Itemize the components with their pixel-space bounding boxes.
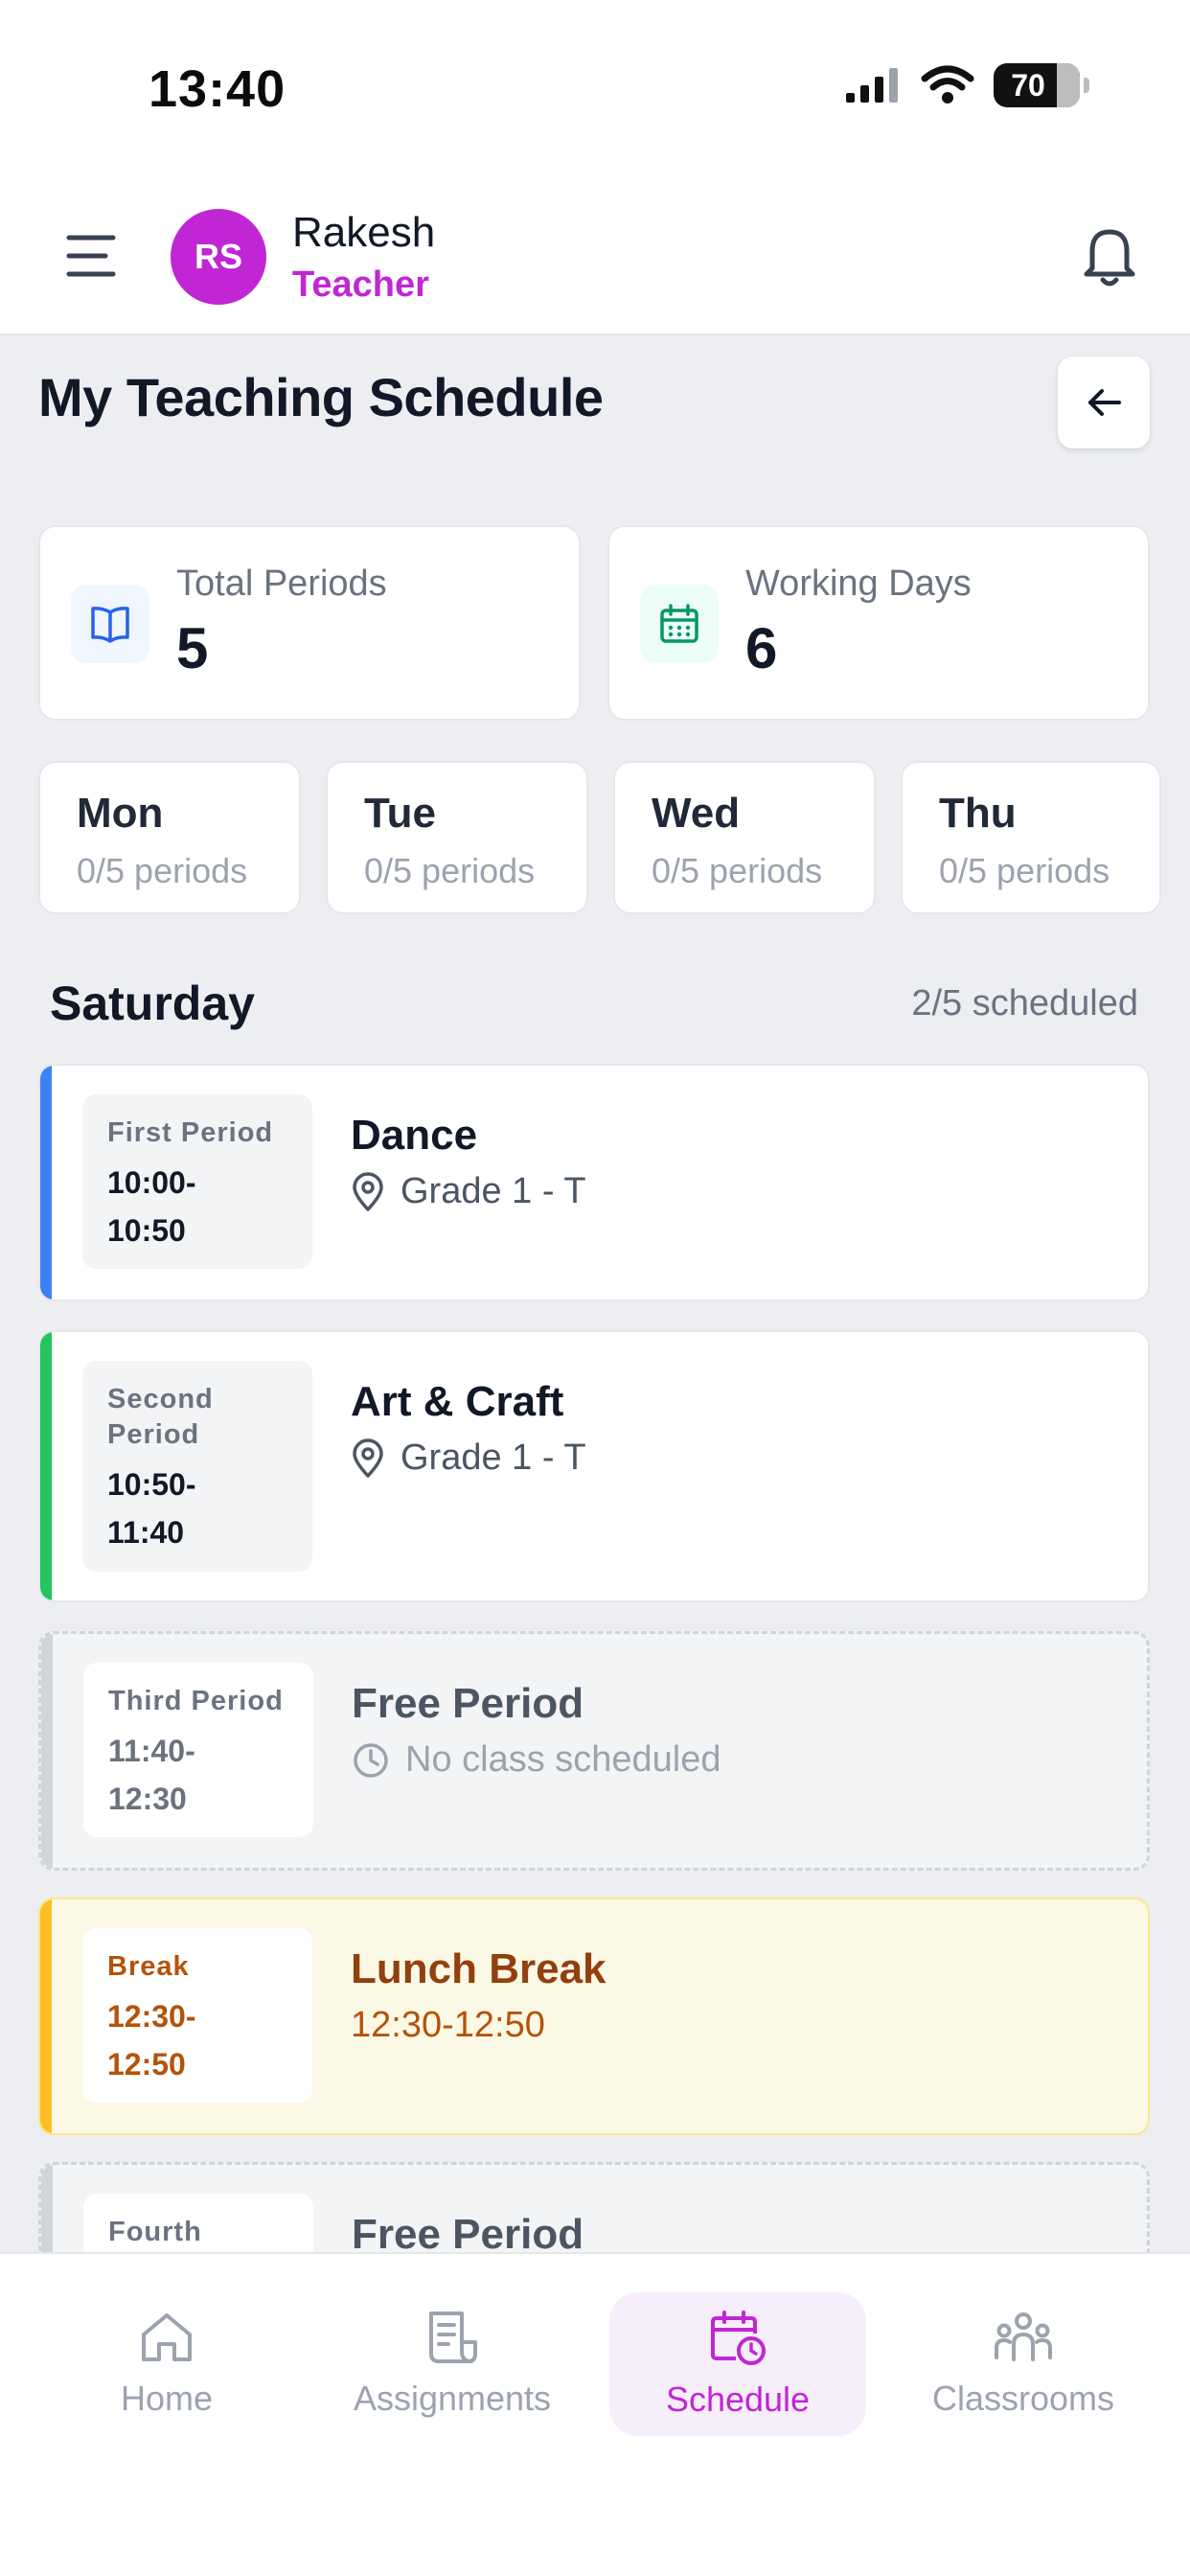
wifi-icon: [921, 65, 974, 104]
period-time-box: Break 12:30- 12:50: [82, 1928, 312, 2103]
period-detail: 12:30-12:50: [351, 2005, 545, 2045]
period-break-time: 12:30-12:50: [351, 2005, 545, 2046]
period-location: Grade 1 - T: [351, 1438, 586, 1479]
stat-card-total-periods: Total Periods 5: [38, 525, 581, 721]
nav-home[interactable]: Home: [38, 2292, 295, 2436]
nav-label: Home: [120, 2379, 214, 2418]
period-time-start: 11:40-: [108, 1734, 195, 1768]
bottom-nav: Home Assignments Schedule Classrooms: [0, 2252, 1190, 2576]
period-card-break[interactable]: Break 12:30- 12:50 Lunch Break 12:30-12:…: [38, 1898, 1150, 2135]
period-label: Fourth: [108, 2217, 202, 2247]
nav-schedule[interactable]: Schedule: [609, 2292, 866, 2436]
period-accent: [40, 1899, 52, 2133]
period-card-second[interactable]: Second Period 10:50- 11:40 Art & Craft G…: [38, 1330, 1150, 1602]
period-subject: Free Period: [352, 1680, 584, 1727]
nav-label: Classrooms: [931, 2379, 1115, 2418]
period-card-third[interactable]: Third Period 11:40- 12:30 Free Period No…: [38, 1631, 1150, 1871]
period-detail: Grade 1 - T: [400, 1171, 586, 1211]
clock-icon: [354, 1742, 388, 1778]
bell-icon[interactable]: [1079, 222, 1140, 289]
period-label: First Period: [107, 1117, 274, 1148]
period-accent: [40, 1066, 52, 1300]
day-tab-thu[interactable]: Thu 0/5 periods: [901, 761, 1161, 914]
period-accent: [41, 1634, 53, 1868]
day-tab-tue[interactable]: Tue 0/5 periods: [326, 761, 588, 914]
status-time: 13:40: [149, 60, 286, 118]
period-time-box: Third Period 11:40- 12:30: [83, 1663, 313, 1837]
day-name: Wed: [652, 790, 741, 837]
day-name: Thu: [939, 790, 1017, 837]
day-periods: 0/5 periods: [364, 851, 536, 890]
period-time: 10:50- 11:40: [107, 1460, 287, 1556]
battery-indicator: 70: [994, 63, 1080, 107]
period-time-box: First Period 10:00- 10:50: [82, 1094, 312, 1269]
period-time-end: 12:50: [107, 2047, 186, 2082]
stat-value: 5: [176, 616, 209, 680]
period-time: 10:00- 10:50: [107, 1159, 287, 1254]
period-status: No class scheduled: [352, 1739, 721, 1781]
period-label: Third Period: [108, 1686, 284, 1716]
period-subject: Art & Craft: [351, 1378, 564, 1425]
period-time-end: 11:40: [107, 1515, 185, 1550]
day-tab-mon[interactable]: Mon 0/5 periods: [38, 761, 301, 914]
stat-label: Working Days: [745, 564, 972, 604]
nav-assignments[interactable]: Assignments: [324, 2292, 581, 2436]
period-detail: No class scheduled: [405, 1739, 721, 1780]
nav-classrooms[interactable]: Classrooms: [895, 2292, 1152, 2436]
book-icon: [71, 585, 149, 663]
battery-tip: [1084, 78, 1089, 93]
scheduled-count: 2/5 scheduled: [911, 983, 1138, 1024]
period-time-end: 10:50: [107, 1213, 186, 1248]
day-periods: 0/5 periods: [939, 851, 1110, 890]
stat-value: 6: [745, 616, 778, 680]
day-name: Mon: [77, 790, 164, 837]
period-detail: Grade 1 - T: [400, 1438, 586, 1478]
page-title: My Teaching Schedule: [38, 367, 604, 427]
day-tab-wed[interactable]: Wed 0/5 periods: [613, 761, 876, 914]
stat-card-working-days: Working Days 6: [607, 525, 1150, 721]
home-icon: [142, 2313, 192, 2361]
period-subject: Lunch Break: [351, 1945, 606, 1992]
status-bar: 13:40 70: [0, 0, 1190, 182]
day-periods: 0/5 periods: [77, 851, 248, 890]
avatar[interactable]: RS: [171, 209, 266, 305]
assignments-icon: [429, 2312, 477, 2363]
period-time-end: 12:30: [108, 1782, 187, 1816]
nav-label: Assignments: [353, 2379, 552, 2418]
day-name: Tue: [364, 790, 436, 837]
battery-level: 70: [1011, 67, 1045, 103]
day-periods: 0/5 periods: [652, 851, 823, 890]
period-time-start: 10:50-: [107, 1467, 196, 1502]
map-pin-icon: [353, 1438, 383, 1478]
user-name: Rakesh: [292, 209, 436, 256]
stat-label: Total Periods: [176, 564, 387, 604]
period-time-start: 10:00-: [107, 1165, 196, 1200]
period-label: Second Period: [107, 1384, 214, 1450]
classrooms-icon: [995, 2312, 1052, 2361]
period-time-start: 12:30-: [107, 1999, 196, 2034]
user-role: Teacher: [292, 264, 429, 305]
period-subject: Dance: [351, 1112, 478, 1159]
period-accent: [40, 1332, 52, 1600]
status-icons: 70: [844, 63, 1089, 107]
period-time: 11:40- 12:30: [108, 1727, 288, 1823]
period-time: 12:30- 12:50: [107, 1992, 287, 2088]
nav-label: Schedule: [665, 2380, 811, 2419]
map-pin-icon: [353, 1171, 383, 1211]
period-location: Grade 1 - T: [351, 1171, 586, 1212]
calendar-icon: [640, 585, 719, 663]
back-button[interactable]: [1058, 356, 1150, 448]
menu-icon[interactable]: [65, 230, 117, 282]
app-header: RS Rakesh Teacher: [0, 182, 1190, 335]
period-time-box: Second Period 10:50- 11:40: [82, 1361, 312, 1572]
arrow-left-icon: [1088, 389, 1121, 416]
period-label: Break: [107, 1951, 190, 1982]
schedule-icon: [711, 2311, 766, 2365]
period-card-first[interactable]: First Period 10:00- 10:50 Dance Grade 1 …: [38, 1064, 1150, 1301]
cellular-signal-icon: [846, 68, 898, 103]
selected-day-title: Saturday: [50, 977, 255, 1030]
